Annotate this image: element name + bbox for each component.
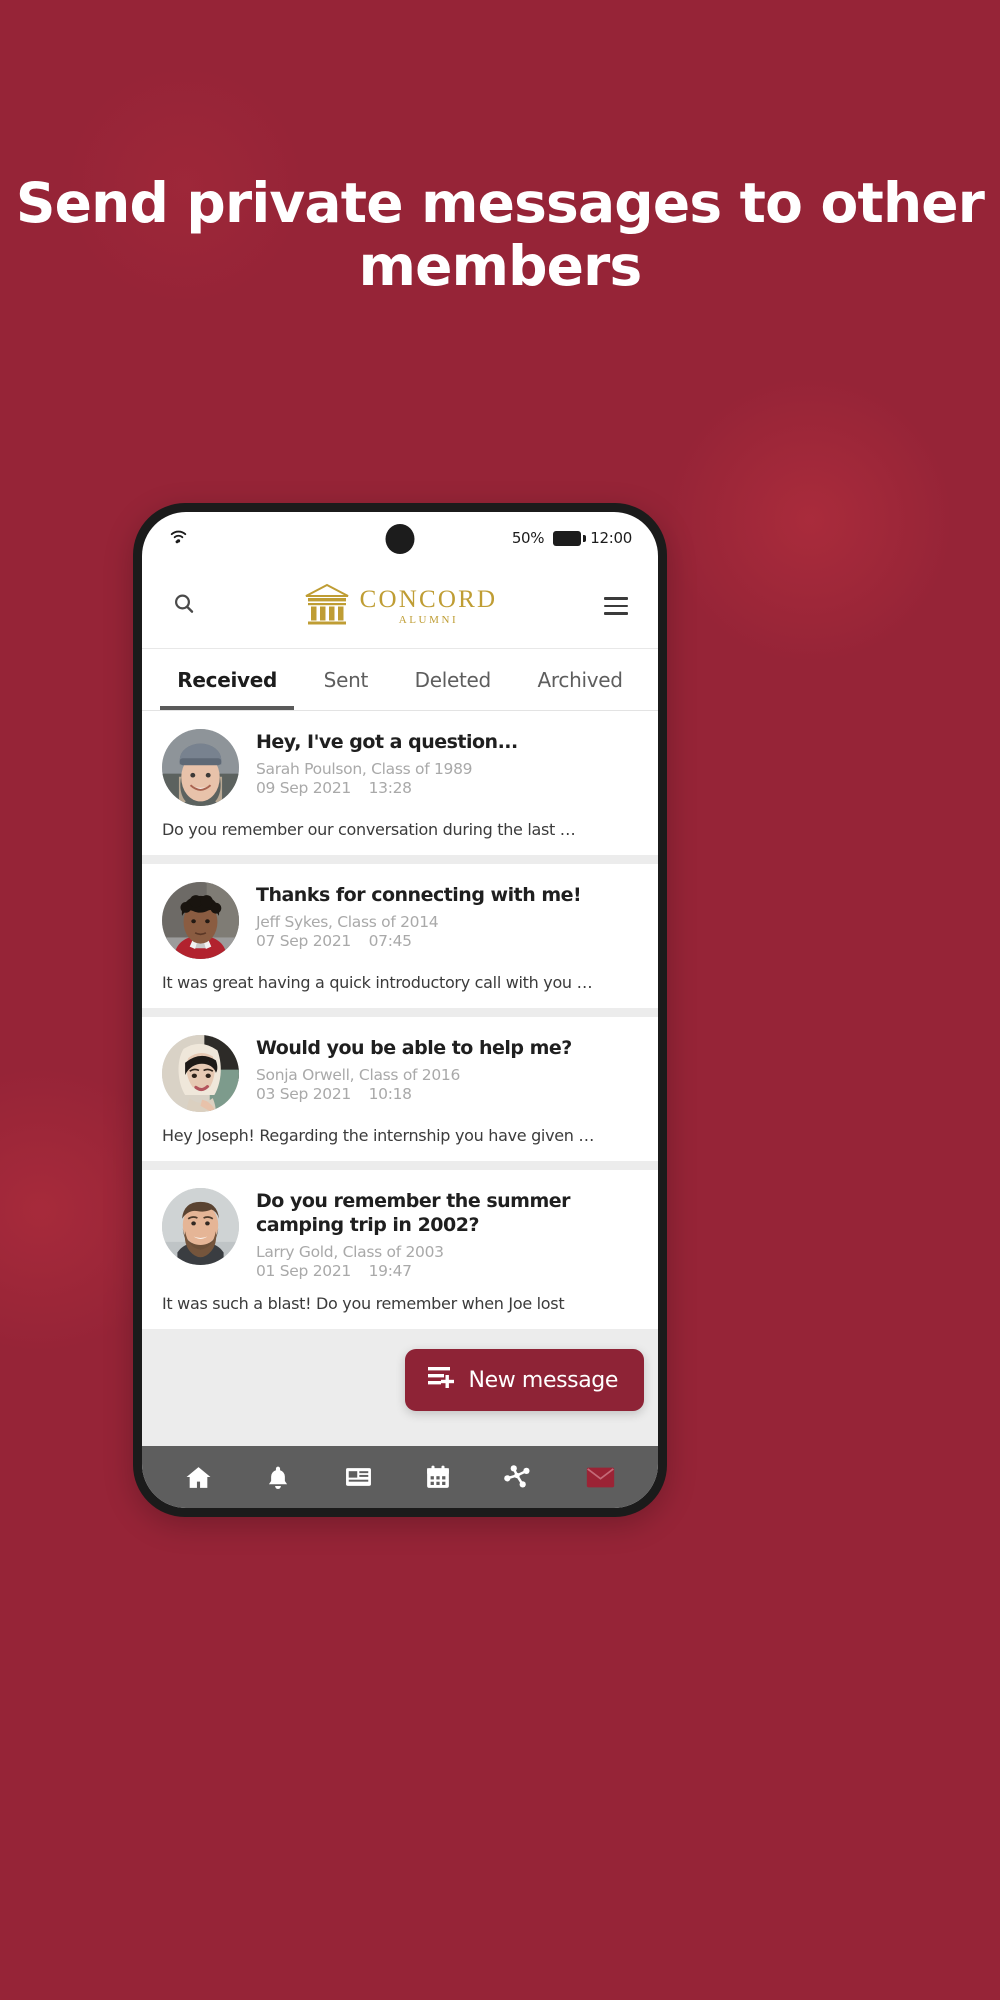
wifi-icon [168,528,189,548]
envelope-icon[interactable] [586,1466,615,1489]
message-date: 09 Sep 2021 13:28 [256,779,638,797]
hamburger-menu-icon[interactable] [604,597,628,615]
status-bar: 50% 12:00 [142,512,658,564]
logo-text: CONCORD ALUMNI [360,587,498,626]
status-left [168,528,189,548]
camera-notch [385,524,415,554]
message-date: 07 Sep 2021 07:45 [256,932,638,950]
tab-sent[interactable]: Sent [300,649,391,710]
network-share-icon[interactable] [504,1465,531,1489]
message-subject: Thanks for connecting with me! [256,884,582,906]
message-time-value: 19:47 [368,1261,412,1280]
battery-icon [553,530,587,546]
message-sender: Larry Gold, Class of 2003 [256,1242,444,1261]
phone-screen: 50% 12:00 CONCORD ALUMNI Received Sent D… [142,512,658,1508]
message-header-row: Do you remember the summer camping trip … [162,1188,638,1280]
message-date: 01 Sep 2021 19:47 [256,1262,638,1280]
new-message-button[interactable]: New message [404,1349,644,1411]
tab-archived[interactable]: Archived [514,649,646,710]
logo-subtitle: ALUMNI [398,613,459,626]
avatar [162,1035,239,1112]
message-date: 03 Sep 2021 10:18 [256,1085,638,1103]
message-sender: Jeff Sykes, Class of 2014 [256,912,439,931]
home-icon[interactable] [185,1465,212,1490]
message-preview: Do you remember our conversation during … [162,820,576,839]
calendar-icon[interactable] [426,1465,450,1490]
avatar [162,729,239,806]
message-list-item[interactable]: Do you remember the summer camping trip … [142,1170,658,1338]
battery-percent-label: 50% [511,529,545,547]
message-time-value: 13:28 [368,778,412,797]
logo-name: CONCORD [359,585,498,613]
message-time-value: 10:18 [368,1084,412,1103]
status-right: 50% 12:00 [512,529,632,547]
message-subject: Hey, I've got a question... [256,731,518,753]
avatar [162,882,239,959]
message-sender: Sonja Orwell, Class of 2016 [256,1065,461,1084]
message-folder-tabs: Received Sent Deleted Archived [142,649,658,711]
message-list-item[interactable]: Thanks for connecting with me! Jeff Syke… [142,864,658,1017]
temple-columns-icon [303,582,351,631]
message-subject: Do you remember the summer camping trip … [256,1190,571,1236]
message-preview: It was great having a quick introductory… [162,973,593,992]
tab-deleted[interactable]: Deleted [391,649,514,710]
message-list-item[interactable]: Hey, I've got a question... Sarah Poulso… [142,711,658,864]
message-list[interactable]: Hey, I've got a question... Sarah Poulso… [142,711,658,1446]
message-meta: Do you remember the summer camping trip … [256,1188,638,1280]
bottom-navigation [142,1446,658,1508]
message-date-value: 07 Sep 2021 [256,931,351,950]
bell-icon[interactable] [266,1465,290,1490]
news-icon[interactable] [345,1465,372,1489]
message-date-value: 09 Sep 2021 [256,778,351,797]
new-message-label: New message [468,1367,619,1393]
message-preview: Hey Joseph! Regarding the internship you… [162,1126,595,1145]
page-headline: Send private messages to other members [15,171,985,299]
message-time-value: 07:45 [368,931,412,950]
search-icon[interactable] [172,592,196,621]
message-date-value: 03 Sep 2021 [256,1084,351,1103]
app-logo[interactable]: CONCORD ALUMNI [303,582,498,631]
message-preview: It was such a blast! Do you remember whe… [162,1293,565,1313]
background-glow-right [660,370,960,670]
phone-mockup: 50% 12:00 CONCORD ALUMNI Received Sent D… [133,503,667,1517]
tab-received[interactable]: Received [154,649,300,710]
status-clock: 12:00 [590,529,632,547]
message-header-row: Hey, I've got a question... Sarah Poulso… [162,729,638,806]
message-sender: Sarah Poulson, Class of 1989 [256,759,473,778]
message-meta: Hey, I've got a question... Sarah Poulso… [256,729,638,806]
message-date-value: 01 Sep 2021 [256,1261,351,1280]
message-meta: Thanks for connecting with me! Jeff Syke… [256,882,638,959]
message-meta: Would you be able to help me? Sonja Orwe… [256,1035,638,1112]
message-subject: Would you be able to help me? [256,1037,572,1059]
message-header-row: Thanks for connecting with me! Jeff Syke… [162,882,638,959]
message-header-row: Would you be able to help me? Sonja Orwe… [162,1035,638,1112]
app-header: CONCORD ALUMNI [142,564,658,649]
compose-lines-plus-icon [427,1364,455,1396]
message-list-item[interactable]: Would you be able to help me? Sonja Orwe… [142,1017,658,1170]
avatar [162,1188,239,1265]
